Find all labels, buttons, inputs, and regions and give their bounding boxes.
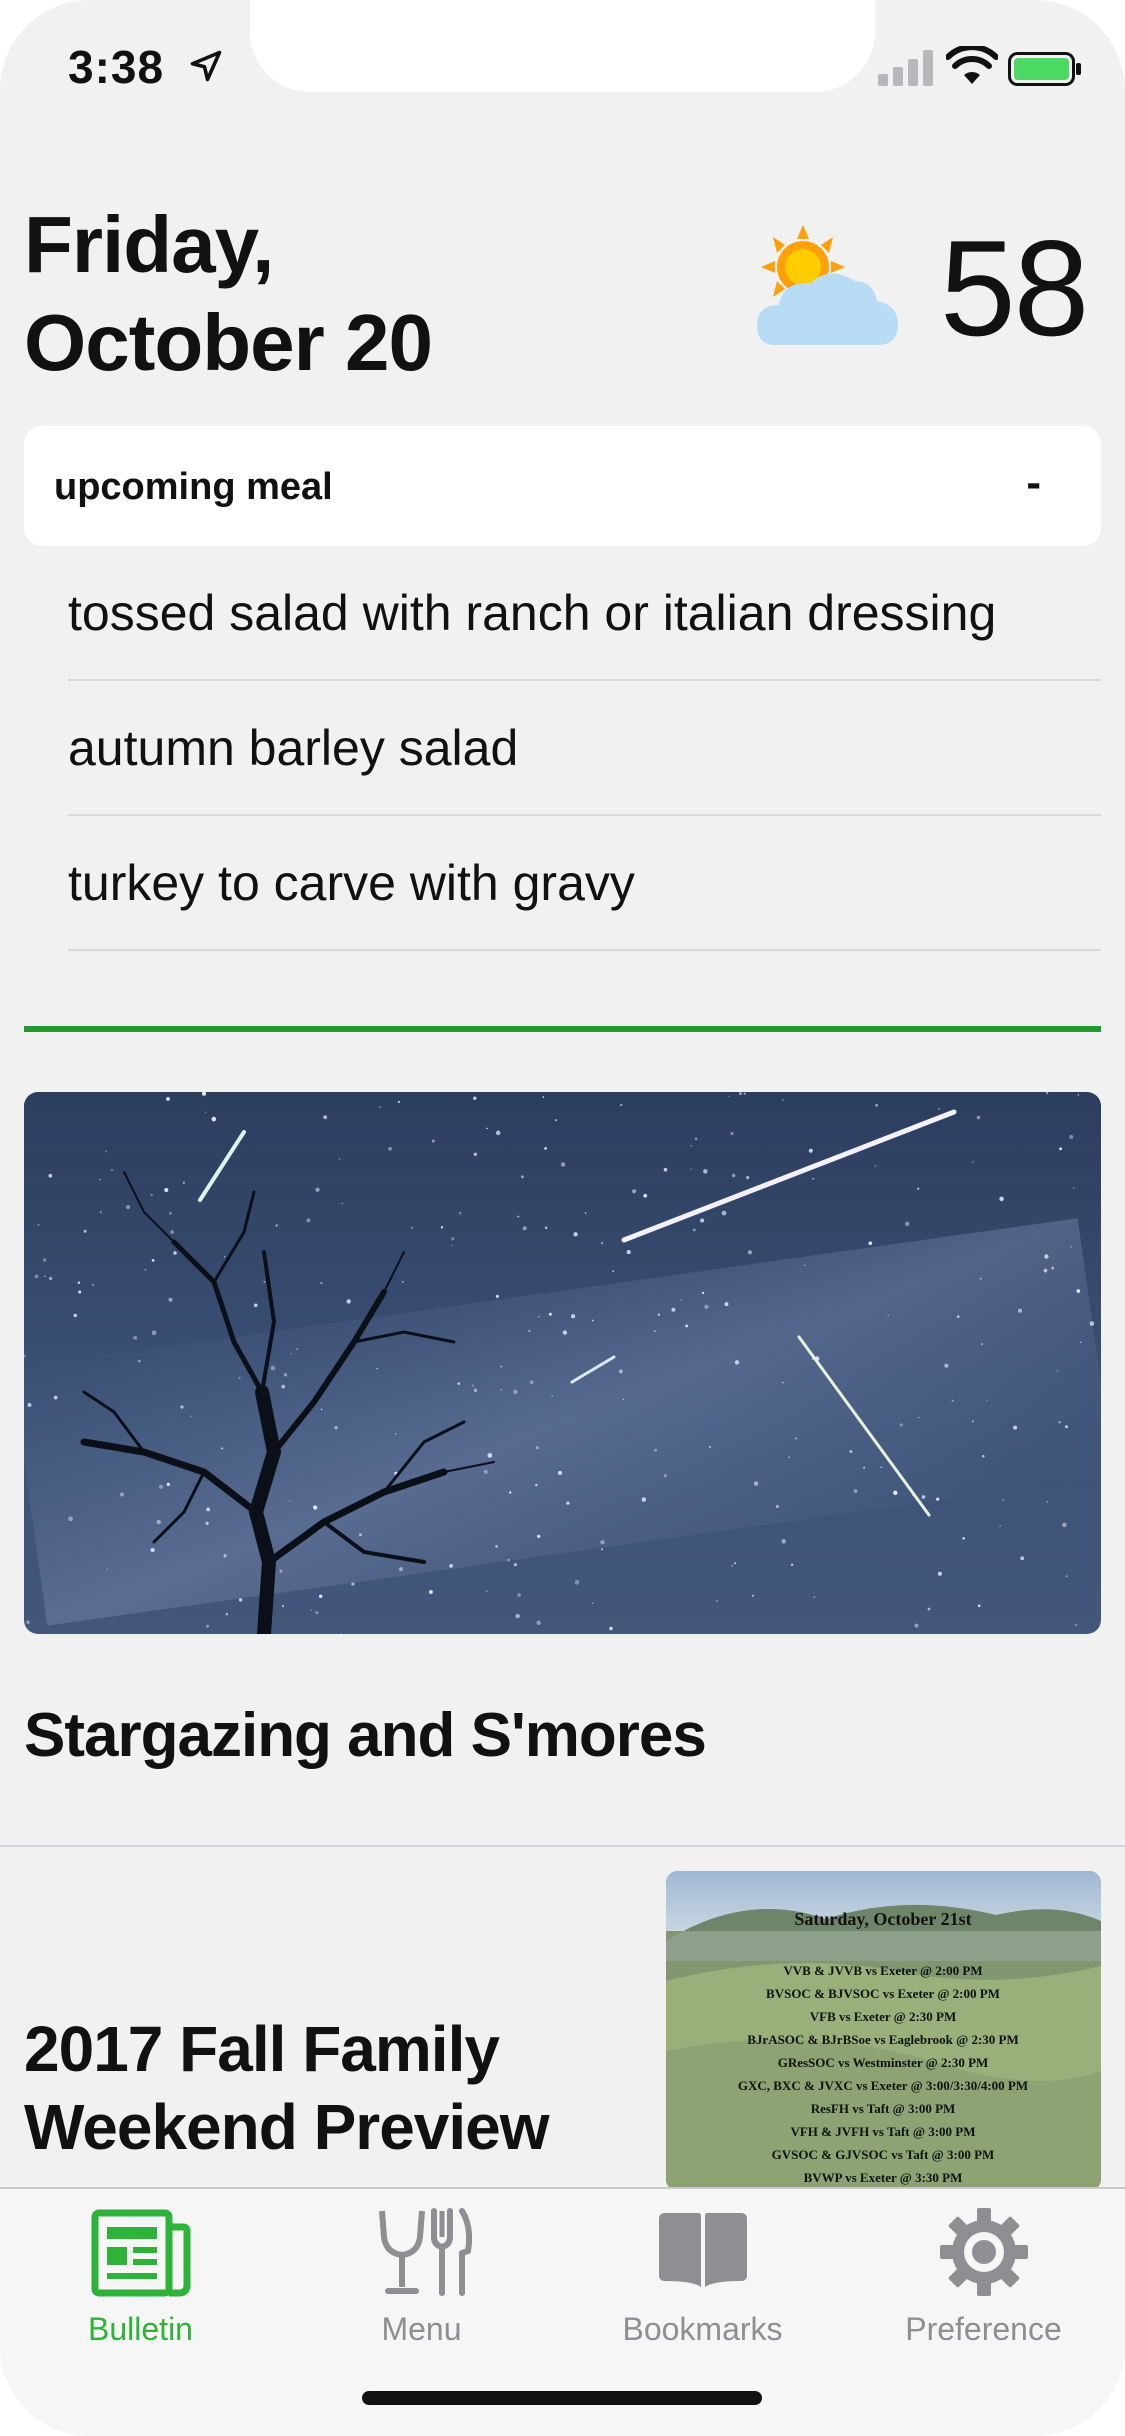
thumbnail-line: VVB & JVVB vs Exeter @ 2:00 PM: [783, 1963, 982, 1978]
status-bar: 3:38: [0, 0, 1125, 130]
campus-aerial-image: Saturday, October 21st VVB & JVVB vs Exe…: [666, 1871, 1101, 2191]
book-icon: [658, 2213, 747, 2287]
tab-preference[interactable]: Preference: [843, 2207, 1124, 2348]
partly-cloudy-icon: [757, 225, 898, 345]
thumbnail-line: GResSOC vs Westminster @ 2:30 PM: [778, 2055, 989, 2070]
story-title-line: 2017 Fall Family: [24, 2013, 500, 2085]
meal-item: tossed salad with ranch or italian dress…: [68, 546, 1101, 681]
wifi-icon: [946, 46, 998, 84]
section-divider: [24, 1026, 1101, 1032]
night-sky-image: [24, 1092, 1101, 1634]
tab-label: Bookmarks: [622, 2311, 783, 2347]
date-weekday: Friday,: [24, 200, 274, 289]
thumbnail-line: GVSOC & GJVSOC vs Taft @ 3:00 PM: [772, 2147, 995, 2162]
date-month-day: October 20: [24, 298, 433, 387]
tab-bookmarks[interactable]: Bookmarks: [562, 2207, 843, 2348]
meal-item: turkey to carve with gravy: [68, 816, 1101, 951]
fork-knife-glass-icon: [378, 2208, 472, 2296]
home-indicator[interactable]: [362, 2391, 762, 2405]
upcoming-meal-header[interactable]: upcoming meal -: [24, 426, 1101, 546]
story-thumbnail[interactable]: Saturday, October 21st VVB & JVVB vs Exe…: [666, 1871, 1101, 2191]
story-hero-image[interactable]: [24, 1092, 1101, 1634]
tab-label: Preference: [905, 2311, 1062, 2347]
app-screen: 3:38 Friday, October 20 58 upcoming meal…: [0, 0, 1125, 2436]
thumbnail-line: ResFH vs Taft @ 3:00 PM: [811, 2101, 956, 2116]
tab-label: Bulletin: [88, 2311, 193, 2347]
battery-icon: [1008, 52, 1081, 86]
thumbnail-line: VFH & JVFH vs Taft @ 3:00 PM: [790, 2124, 975, 2139]
thumbnail-line: BVWP vs Exeter @ 3:30 PM: [804, 2170, 963, 2185]
story-title-line: Weekend Preview: [24, 2091, 550, 2163]
tab-label: Menu: [381, 2311, 462, 2347]
tab-menu[interactable]: Menu: [281, 2207, 562, 2348]
thumbnail-line: BJrASOC & BJrBSoe vs Eaglebrook @ 2:30 P…: [747, 2032, 1019, 2047]
device-notch: [250, 0, 875, 92]
thumbnail-line: GXC, BXC & JVXC vs Exeter @ 3:00/3:30/4:…: [738, 2078, 1028, 2093]
temperature: 58: [940, 212, 1089, 364]
cellular-signal-icon: [878, 50, 933, 86]
story-divider: [0, 1845, 1125, 1847]
date-heading: Friday, October 20: [24, 196, 433, 392]
thumbnail-heading: Saturday, October 21st: [794, 1909, 971, 1929]
gear-icon: [939, 2208, 1028, 2296]
status-time: 3:38: [68, 41, 165, 93]
thumbnail-line: VFB vs Exeter @ 2:30 PM: [810, 2009, 957, 2024]
collapse-toggle-button[interactable]: -: [1026, 458, 1041, 508]
meal-item: autumn barley salad: [68, 681, 1101, 816]
tab-bulletin[interactable]: Bulletin: [0, 2207, 281, 2348]
meal-items-list: tossed salad with ranch or italian dress…: [68, 546, 1101, 951]
thumbnail-line: BVSOC & BJVSOC vs Exeter @ 2:00 PM: [766, 1986, 1000, 2001]
newspaper-icon: [91, 2209, 190, 2297]
location-arrow-icon: [190, 50, 222, 82]
story-title[interactable]: Stargazing and S'mores: [24, 1700, 707, 1771]
upcoming-meal-title: upcoming meal: [54, 466, 333, 508]
story-title[interactable]: 2017 Fall Family Weekend Preview: [24, 2010, 550, 2166]
